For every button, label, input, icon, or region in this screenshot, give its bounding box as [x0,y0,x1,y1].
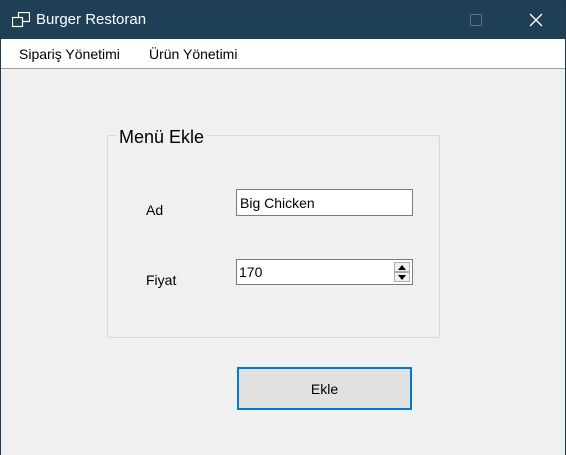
spin-up-button[interactable] [394,262,410,272]
close-button[interactable] [513,1,559,39]
price-numeric-input[interactable]: 170 [236,259,413,285]
spin-down-button[interactable] [394,272,410,282]
triangle-down-icon [398,274,406,280]
window-title: Burger Restoran [36,11,147,28]
price-value: 170 [239,264,263,280]
price-label: Fiyat [146,272,177,288]
minimize-icon [401,19,411,21]
ekle-button-label: Ekle [310,380,339,397]
name-input[interactable] [236,189,413,216]
app-window: Burger Restoran Sipariş Yönetimi Ürün Yö… [0,0,566,455]
menu-ekle-groupbox: Menü Ekle [107,127,440,338]
menu-bar: Sipariş Yönetimi Ürün Yönetimi [1,39,565,69]
triangle-up-icon [398,264,406,270]
minimize-button[interactable] [383,1,429,39]
title-bar[interactable]: Burger Restoran [1,1,565,39]
menu-item-siparis-yonetimi[interactable]: Sipariş Yönetimi [19,46,120,62]
ekle-button[interactable]: Ekle [237,367,412,410]
app-window-icon [12,12,30,28]
maximize-button[interactable] [453,1,499,39]
maximize-icon [470,14,482,26]
groupbox-title: Menü Ekle [116,127,208,148]
name-label: Ad [146,202,164,218]
menu-item-urun-yonetimi[interactable]: Ürün Yönetimi [149,46,237,62]
main-content: Menü Ekle Ad Fiyat 170 Ekle [1,70,565,455]
close-icon [529,13,543,27]
